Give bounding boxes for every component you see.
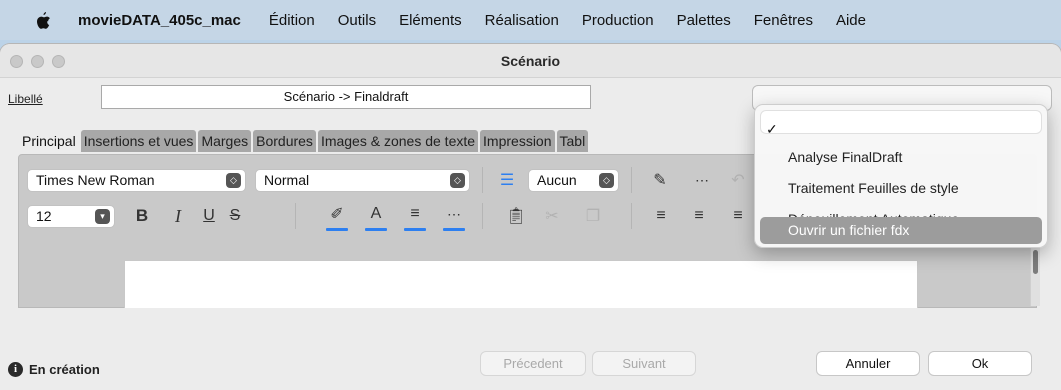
- tab-insertions[interactable]: Insertions et vues: [80, 130, 197, 152]
- status-area: i En création: [8, 362, 100, 377]
- next-button[interactable]: Suivant: [592, 351, 696, 376]
- paragraph-color-bar: [404, 228, 426, 231]
- font-size-value: 12: [36, 208, 52, 224]
- divider: [631, 203, 632, 229]
- menu-production[interactable]: Production: [582, 12, 654, 29]
- window-title: Scénario: [500, 53, 561, 69]
- info-icon: i: [8, 362, 23, 377]
- footer: Précedent Suivant Annuler Ok i En créati…: [0, 308, 1061, 390]
- align-left-icon[interactable]: ≡: [648, 203, 674, 229]
- chevron-updown-icon: ◇: [599, 173, 614, 188]
- bold-button[interactable]: B: [129, 203, 155, 229]
- divider: [631, 167, 632, 193]
- previous-button[interactable]: Précedent: [480, 351, 586, 376]
- highlight-color-bar: [326, 228, 348, 231]
- menu-item-analyse-finaldraft[interactable]: Analyse FinalDraft: [760, 144, 1042, 171]
- ok-button[interactable]: Ok: [928, 351, 1032, 376]
- tab-tabl[interactable]: Tabl: [556, 130, 589, 152]
- chevron-down-icon: ▾: [95, 209, 110, 224]
- menu-fenetres[interactable]: Fenêtres: [754, 12, 813, 29]
- tab-marges[interactable]: Marges: [198, 130, 252, 152]
- undo-icon[interactable]: ↶: [725, 167, 751, 193]
- status-text: En création: [29, 362, 100, 377]
- menu-item-traitement-feuilles[interactable]: Traitement Feuilles de style: [760, 175, 1042, 202]
- style-value: Normal: [264, 172, 310, 188]
- more-format-icon[interactable]: ⋯: [441, 201, 467, 227]
- list-style-value: Aucun: [537, 172, 577, 188]
- checked-blank-item[interactable]: [760, 110, 1042, 134]
- menu-bar: movieDATA_405c_mac Édition Outils Elémen…: [0, 0, 1061, 40]
- underline-button[interactable]: U: [196, 203, 222, 229]
- highlighter-icon[interactable]: ✐: [324, 201, 350, 227]
- menu-realisation[interactable]: Réalisation: [485, 12, 559, 29]
- tab-images[interactable]: Images & zones de texte: [317, 130, 479, 152]
- menu-item-ouvrir-fdx[interactable]: Ouvrir un fichier fdx: [760, 217, 1042, 244]
- align-right-icon[interactable]: ≡: [725, 203, 751, 229]
- tab-bar: Principal Insertions et vues Marges Bord…: [19, 130, 589, 152]
- menu-elements[interactable]: Eléments: [399, 12, 462, 29]
- menu-outils[interactable]: Outils: [338, 12, 376, 29]
- italic-button[interactable]: I: [165, 203, 191, 229]
- action-popup-menu: ✓ Analyse FinalDraft Traitement Feuilles…: [754, 104, 1048, 248]
- list-style-select[interactable]: Aucun ◇: [528, 169, 619, 192]
- font-family-select[interactable]: Times New Roman ◇: [27, 169, 246, 192]
- more-options-icon[interactable]: ⋯: [689, 167, 715, 193]
- align-center-icon[interactable]: ≡: [686, 203, 712, 229]
- tab-bordures[interactable]: Bordures: [253, 130, 316, 152]
- scroll-thumb[interactable]: [1033, 250, 1038, 274]
- libelle-label[interactable]: Libellé: [8, 92, 43, 106]
- divider: [295, 203, 296, 229]
- apple-icon[interactable]: [34, 10, 52, 30]
- menu-aide[interactable]: Aide: [836, 12, 866, 29]
- clipboard-icon[interactable]: 📋︎: [503, 203, 529, 229]
- text-color-bar: [365, 228, 387, 231]
- more-format-bar: [443, 228, 465, 231]
- divider: [482, 203, 483, 229]
- divider: [482, 167, 483, 193]
- text-color-button[interactable]: A: [363, 201, 389, 227]
- copy-icon[interactable]: ❐: [580, 203, 606, 229]
- vertical-scrollbar[interactable]: [1030, 246, 1040, 306]
- strikethrough-button[interactable]: S: [222, 203, 248, 229]
- chevron-updown-icon: ◇: [226, 173, 241, 188]
- tab-impression[interactable]: Impression: [480, 130, 555, 152]
- style-select[interactable]: Normal ◇: [255, 169, 470, 192]
- font-family-value: Times New Roman: [36, 172, 155, 188]
- tab-principal[interactable]: Principal: [19, 130, 79, 152]
- menu-app-name[interactable]: movieDATA_405c_mac: [78, 12, 241, 29]
- menu-edition[interactable]: Édition: [269, 12, 315, 29]
- menu-palettes[interactable]: Palettes: [677, 12, 731, 29]
- cancel-button[interactable]: Annuler: [816, 351, 920, 376]
- script-editor[interactable]: [124, 260, 918, 308]
- paragraph-format-icon[interactable]: ≡: [402, 201, 428, 227]
- pencil-icon[interactable]: ✎: [647, 167, 673, 193]
- scissors-icon[interactable]: ✂: [539, 203, 565, 229]
- font-size-select[interactable]: 12 ▾: [27, 205, 115, 228]
- title-bar: Scénario: [0, 44, 1061, 78]
- checkmark-icon: ✓: [766, 121, 778, 137]
- libelle-field[interactable]: Scénario -> Finaldraft: [101, 85, 591, 109]
- bullet-list-icon[interactable]: ☰: [494, 167, 520, 193]
- chevron-updown-icon: ◇: [450, 173, 465, 188]
